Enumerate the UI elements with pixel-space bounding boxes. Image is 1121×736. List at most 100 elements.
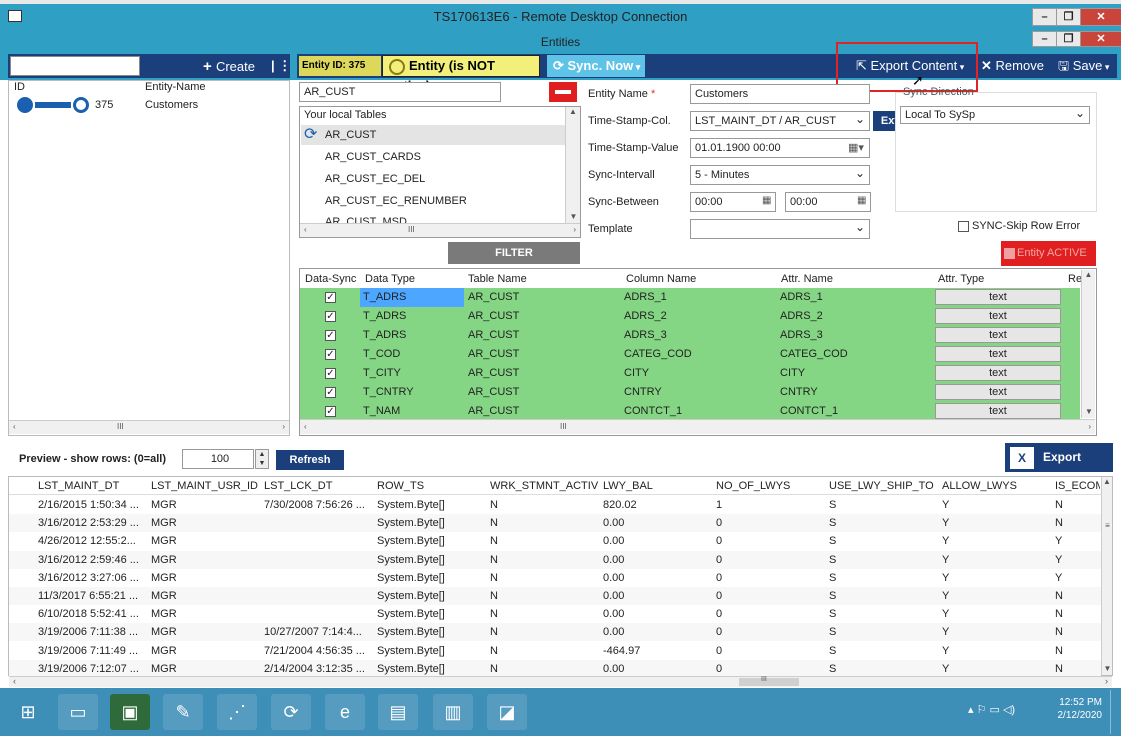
ts-col-select[interactable]: LST_MAINT_DT / AR_CUST	[690, 110, 870, 131]
table-row[interactable]: ✓ T_CNTRY AR_CUST CNTRY CNTRY text	[300, 383, 1080, 402]
preview-cell: 0.00	[603, 626, 625, 639]
network-icon[interactable]: ⋰	[217, 694, 257, 730]
left-horizontal-scrollbar[interactable]: ‹ III ›	[9, 420, 289, 434]
preview-cell: 0.00	[603, 553, 625, 566]
entity-active-toggle[interactable]: Entity ACTIVE	[1001, 241, 1096, 266]
app-minimize-button[interactable]: –	[1032, 31, 1057, 47]
start-button-icon[interactable]: ⊞	[8, 694, 48, 730]
time-picker-icon[interactable]: ▦	[857, 195, 866, 206]
data-sync-checkbox[interactable]: ✓	[325, 330, 336, 341]
ts-value-input[interactable]: 01.01.1900 00:00	[690, 138, 870, 158]
attr-type-button[interactable]: text	[935, 365, 1061, 381]
data-sync-checkbox[interactable]: ✓	[325, 368, 336, 379]
row-column-name: CATEG_COD	[624, 348, 692, 360]
sync-app-icon[interactable]: ⟳	[271, 694, 311, 730]
data-sync-checkbox[interactable]: ✓	[325, 292, 336, 303]
preview-cell: MGR	[151, 571, 177, 584]
sync-now-button[interactable]: ⟳ Sync. Now ▾	[547, 55, 645, 77]
show-desktop-button[interactable]	[1110, 690, 1116, 734]
preview-cell: S	[829, 590, 837, 602]
time-picker-icon[interactable]: ▦	[762, 195, 771, 206]
tables-horizontal-scrollbar[interactable]: ‹ III ›	[300, 223, 580, 237]
remove-filter-button[interactable]	[549, 82, 577, 102]
rows-stepper[interactable]: ▲ ▼	[255, 449, 269, 469]
plug-icon	[389, 58, 405, 75]
browser-icon[interactable]: e	[325, 694, 365, 730]
preview-rows-input[interactable]: 100	[182, 449, 254, 469]
row-data-type: T_NAM	[363, 405, 401, 417]
edit-app-icon[interactable]: ◪	[487, 694, 527, 730]
table-row[interactable]: ✓ T_NAM AR_CUST CONTCT_1 CONTCT_1 text	[300, 402, 1080, 419]
table-search-input[interactable]: AR_CUST	[299, 82, 501, 102]
preview-cell: N	[490, 626, 498, 639]
preview-horizontal-scrollbar[interactable]: ‹ III ›	[9, 676, 1112, 687]
entity-row[interactable]: 375 Customers	[10, 96, 288, 114]
preview-cell: Y	[942, 626, 950, 639]
list-item[interactable]: AR_CUST_EC_DEL	[325, 173, 425, 185]
grid-horizontal-scrollbar[interactable]: ‹ III ›	[300, 419, 1095, 434]
window-app-icon[interactable]: ▥	[433, 694, 473, 730]
interval-select[interactable]: 5 - Minutes	[690, 164, 870, 185]
entity-name-label: Entity Name *	[588, 88, 656, 100]
clock-time: 12:52 PM	[1059, 697, 1102, 708]
tools-icon[interactable]: ✎	[163, 694, 203, 730]
preview-cell: 0.00	[603, 571, 625, 584]
preview-cell: 0.00	[603, 517, 625, 530]
row-data-type: T_CITY	[363, 367, 401, 379]
tables-vertical-scrollbar[interactable]: ▲ ▼	[565, 107, 580, 223]
filter-button[interactable]: FILTER	[448, 242, 580, 264]
attr-type-button[interactable]: text	[935, 346, 1061, 362]
app-close-button[interactable]: ✕	[1080, 31, 1121, 47]
preview-cell: 2/14/2004 3:12:35 ...	[264, 662, 365, 675]
clock-date: 2/12/2020	[1057, 710, 1103, 721]
preview-cell: N	[490, 590, 498, 602]
list-item[interactable]: AR_CUST	[325, 129, 376, 141]
preview-header: ROW_TS	[377, 480, 425, 492]
entity-name-input[interactable]: Customers	[690, 84, 870, 104]
sync-direction-label: Sync Direction	[903, 86, 974, 98]
attr-type-button[interactable]: text	[935, 308, 1061, 324]
data-sync-checkbox[interactable]: ✓	[325, 406, 336, 417]
save-button[interactable]: 🖫 Save ▾	[1058, 55, 1109, 78]
rdp-close-button[interactable]: ✕	[1080, 8, 1121, 26]
calendar-icon[interactable]: ▦▾	[848, 141, 864, 154]
refresh-button[interactable]: Refresh	[276, 450, 344, 470]
table-row[interactable]: ✓ T_ADRS AR_CUST ADRS_3 ADRS_3 text	[300, 326, 1080, 345]
grid-vertical-scrollbar[interactable]: ▲ ▼	[1081, 270, 1095, 418]
list-item[interactable]: AR_CUST_EC_RENUMBER	[325, 195, 467, 207]
data-sync-checkbox[interactable]: ✓	[325, 387, 336, 398]
rdp-minimize-button[interactable]: –	[1032, 8, 1057, 26]
list-item[interactable]: AR_CUST_CARDS	[325, 151, 421, 163]
sync-direction-select[interactable]: Local To SySp	[900, 105, 1090, 124]
table-row[interactable]: ✓ T_ADRS AR_CUST ADRS_2 ADRS_2 text	[300, 307, 1080, 326]
table-row[interactable]: ✓ T_CITY AR_CUST CITY CITY text	[300, 364, 1080, 383]
preview-cell: 0	[716, 517, 723, 530]
attr-type-button[interactable]: text	[935, 384, 1061, 400]
remove-button[interactable]: ✕ Remove	[981, 55, 1044, 77]
attr-type-button[interactable]: text	[935, 403, 1061, 419]
preview-vertical-scrollbar[interactable]: ▲ ≡ ▼	[1101, 477, 1112, 675]
preview-cell: 2/16/2015 1:50:34 ...	[38, 499, 139, 511]
remote-app-icon[interactable]: ▤	[378, 694, 418, 730]
attr-type-button[interactable]: text	[935, 289, 1061, 305]
app-restore-button[interactable]: ❐	[1056, 31, 1081, 47]
table-row[interactable]: ✓ T_COD AR_CUST CATEG_COD CATEG_COD text	[300, 345, 1080, 364]
entity-active-checkbox[interactable]	[1004, 248, 1015, 259]
data-sync-checkbox[interactable]: ✓	[325, 311, 336, 322]
template-select[interactable]	[690, 218, 870, 239]
clock[interactable]: 12:52 PM 2/12/2020	[1040, 696, 1103, 722]
entity-search-input[interactable]	[10, 56, 140, 76]
database-icon	[17, 97, 33, 113]
tray-icons[interactable]: ▴ ⚐ ▭ ◁)	[968, 703, 1015, 716]
preview-cell: 3/19/2006 7:11:49 ...	[38, 644, 139, 657]
app-icon[interactable]: ▣	[110, 694, 150, 730]
preview-cell: 1	[716, 499, 723, 511]
file-explorer-icon[interactable]: ▭	[58, 694, 98, 730]
rdp-restore-button[interactable]: ❐	[1056, 8, 1081, 26]
attr-type-button[interactable]: text	[935, 327, 1061, 343]
more-options-icon[interactable]: | ⋮	[271, 58, 291, 74]
skip-row-error-checkbox[interactable]	[958, 221, 969, 232]
table-row[interactable]: ✓ T_ADRS AR_CUST ADRS_1 ADRS_1 text	[300, 288, 1080, 307]
data-sync-checkbox[interactable]: ✓	[325, 349, 336, 360]
create-button[interactable]: + Create	[203, 58, 255, 75]
